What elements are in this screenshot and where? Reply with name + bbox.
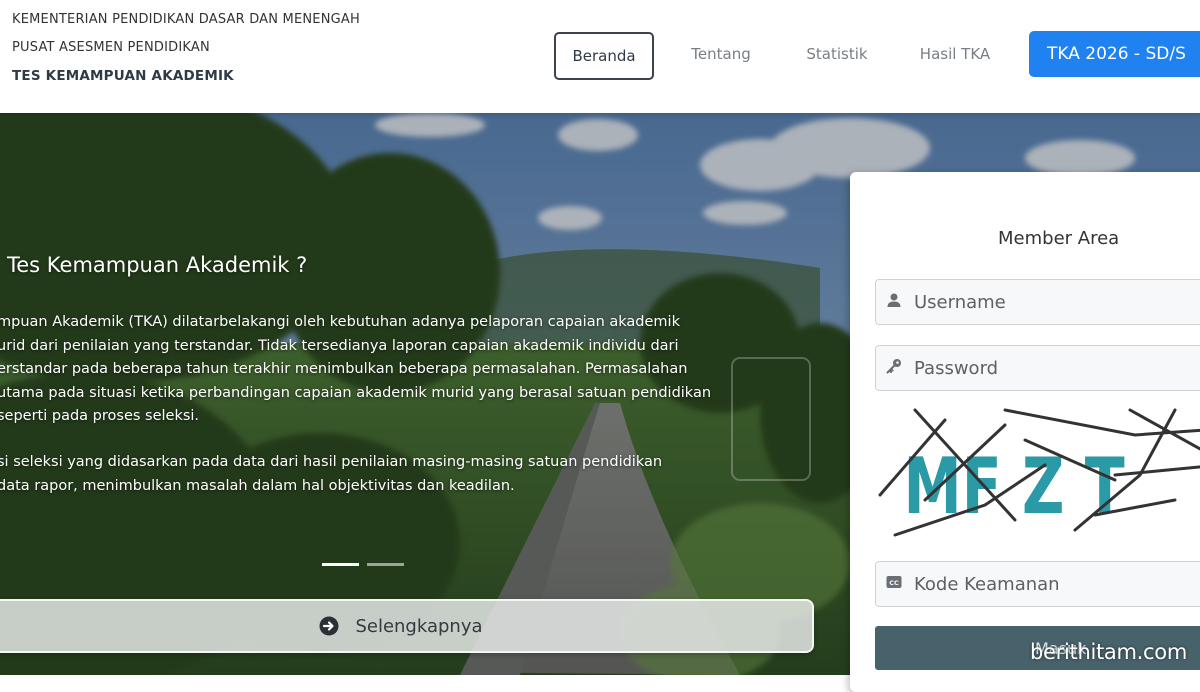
nav-hasil-tka[interactable]: Hasil TKA [904, 32, 1006, 76]
nav-tka-2026-button[interactable]: TKA 2026 - SD/S [1029, 31, 1200, 77]
username-field[interactable] [875, 279, 1200, 325]
paragraph-line: seperti pada proses seleksi. [0, 408, 200, 424]
carousel-indicators [322, 563, 404, 566]
ministry-name: KEMENTERIAN PENDIDIKAN DASAR DAN MENENGA… [12, 12, 360, 27]
paragraph-line: data rapor, menimbulkan masalah dalam ha… [0, 477, 515, 494]
nav-beranda[interactable]: Beranda [554, 32, 654, 80]
member-area-title: Member Area [998, 228, 1120, 249]
hero-title: Tes Kemampuan Akademik ? [7, 253, 308, 277]
member-login-card: Member Area MF Z T [850, 172, 1200, 692]
nav-tentang[interactable]: Tentang [672, 32, 770, 76]
carousel-indicator-1[interactable] [322, 563, 359, 566]
hero-paragraph-1: mpuan Akademik (TKA) dilatarbelakangi ol… [0, 311, 817, 429]
captcha-image: MF Z T [875, 405, 1200, 545]
password-field[interactable] [875, 345, 1200, 391]
security-code-input[interactable] [912, 562, 1200, 606]
carousel-indicator-2[interactable] [367, 563, 404, 566]
paragraph-line: erstandar pada beberapa tahun terakhir m… [0, 361, 688, 377]
username-input[interactable] [912, 280, 1200, 324]
password-input[interactable] [912, 346, 1200, 390]
security-code-field[interactable]: CC [875, 561, 1200, 607]
top-navbar: KEMENTERIAN PENDIDIKAN DASAR DAN MENENGA… [0, 0, 1200, 113]
nav-statistik[interactable]: Statistik [790, 32, 884, 76]
cc-icon: CC [886, 576, 902, 588]
arrow-circle-right-icon [319, 616, 339, 636]
center-name: PUSAT ASESMEN PENDIDIKAN [12, 40, 210, 55]
selengkapnya-button[interactable]: Selengkapnya [0, 599, 814, 653]
selengkapnya-label: Selengkapnya [355, 615, 483, 637]
paragraph-line: si seleksi yang didasarkan pada data dar… [0, 454, 663, 470]
paragraph-line: urid dari penilaian yang terstandar. Tid… [0, 337, 679, 354]
paragraph-line: utama pada situasi ketika perbandingan c… [0, 384, 712, 401]
paragraph-line: mpuan Akademik (TKA) dilatarbelakangi ol… [0, 314, 680, 330]
site-title[interactable]: TES KEMAMPUAN AKADEMIK [12, 68, 234, 84]
svg-text:CC: CC [889, 579, 899, 587]
key-icon [886, 359, 901, 374]
watermark: berithitam.com [1030, 640, 1187, 664]
user-icon [887, 293, 901, 307]
hero-paragraph-2: si seleksi yang didasarkan pada data dar… [0, 451, 817, 498]
